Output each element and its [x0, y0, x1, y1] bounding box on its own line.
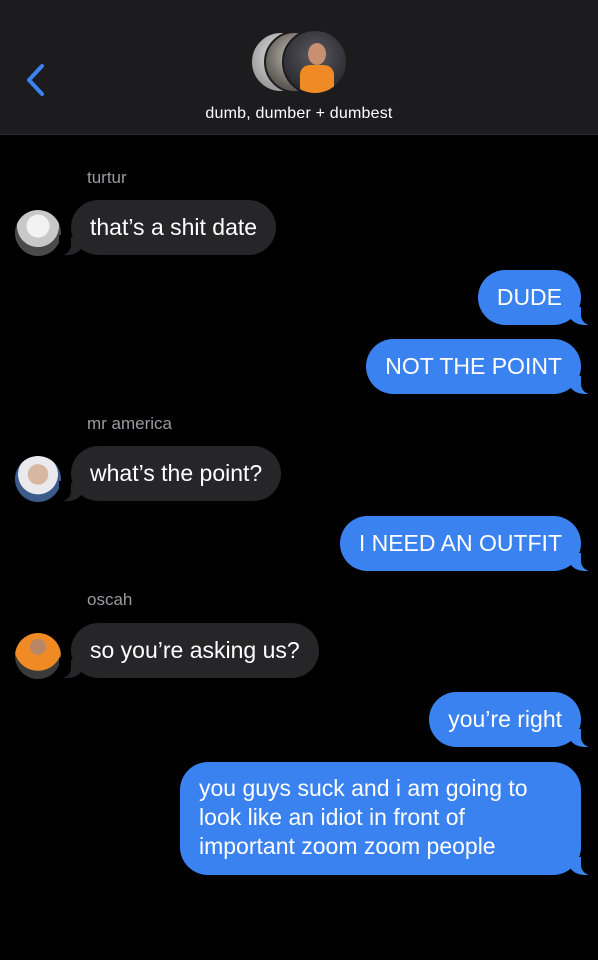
message-text: NOT THE POINT: [385, 353, 562, 379]
incoming-message[interactable]: so you’re asking us?: [59, 623, 319, 678]
group-name[interactable]: dumb, dumber + dumbest: [0, 105, 598, 123]
outgoing-message[interactable]: NOT THE POINT: [366, 339, 593, 394]
message-text: you guys suck and i am going to look lik…: [199, 775, 528, 859]
avatar[interactable]: [15, 633, 61, 679]
outgoing-message[interactable]: you’re right: [429, 692, 593, 747]
group-avatar-stack[interactable]: [250, 29, 348, 95]
avatar[interactable]: [15, 210, 61, 256]
sender-name: oscah: [87, 590, 133, 609]
avatar[interactable]: [15, 456, 61, 502]
outgoing-message[interactable]: I NEED AN OUTFIT: [339, 516, 594, 571]
outgoing-message[interactable]: you guys suck and i am going to look lik…: [180, 762, 593, 875]
incoming-message[interactable]: what’s the point?: [58, 446, 282, 501]
chevron-left-icon[interactable]: [22, 62, 50, 98]
message-text: that’s a shit date: [90, 214, 258, 240]
message-text: I NEED AN OUTFIT: [358, 530, 562, 556]
group-member-avatar: [282, 29, 348, 95]
message-text: so you’re asking us?: [90, 637, 300, 663]
conversation-header: dumb, dumber + dumbest: [0, 0, 598, 135]
incoming-message[interactable]: that’s a shit date: [58, 200, 277, 255]
sender-name: mr america: [87, 414, 173, 433]
message-text: DUDE: [496, 284, 562, 310]
outgoing-message[interactable]: DUDE: [477, 270, 594, 325]
message-text: you’re right: [448, 706, 562, 732]
message-text: what’s the point?: [90, 460, 263, 486]
sender-name: turtur: [87, 168, 127, 187]
